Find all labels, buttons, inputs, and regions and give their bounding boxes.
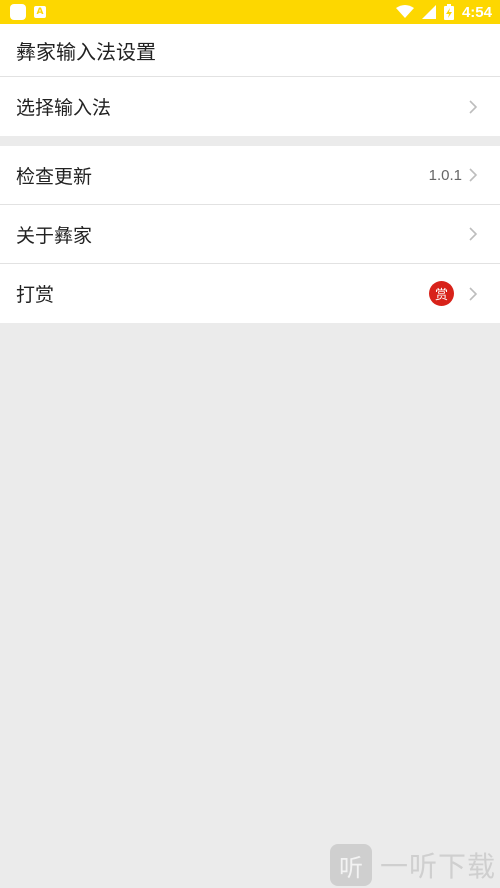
about-label: 关于彝家 (16, 224, 93, 247)
chevron-right-icon (469, 99, 478, 114)
a-notification-icon: A (34, 6, 46, 18)
reward-row[interactable]: 打赏 赏 (0, 264, 500, 323)
watermark-text: 一听下载 (379, 850, 496, 883)
check-update-label: 检查更新 (16, 165, 93, 188)
page-title: 彝家输入法设置 (16, 39, 156, 64)
reward-label: 打赏 (16, 284, 55, 306)
wifi-icon (395, 5, 414, 18)
version-value: 1.0.1 (428, 166, 462, 184)
watermark: 听 一听下载 (329, 844, 500, 888)
reward-badge-icon: 赏 (429, 281, 454, 306)
select-ime-label: 选择输入法 (16, 97, 112, 119)
app-square-icon (10, 4, 26, 20)
clock: 4:54 (461, 3, 492, 21)
status-bar: A 4:54 (0, 0, 500, 24)
app-header: 彝家输入法设置 (0, 24, 500, 77)
chevron-right-icon (469, 286, 478, 301)
settings-group-ime: 选择输入法 (0, 77, 500, 136)
select-ime-row[interactable]: 选择输入法 (0, 77, 500, 136)
watermark-logo-icon: 听 (329, 844, 372, 886)
signal-icon (421, 5, 436, 19)
settings-group-app: 检查更新 1.0.1 关于彝家 打赏 赏 (0, 146, 500, 323)
section-divider (0, 136, 500, 146)
check-update-row[interactable]: 检查更新 1.0.1 (0, 146, 500, 205)
about-row[interactable]: 关于彝家 (0, 205, 500, 264)
chevron-right-icon (469, 168, 478, 182)
chevron-right-icon (469, 227, 478, 241)
battery-charging-icon (443, 4, 454, 20)
